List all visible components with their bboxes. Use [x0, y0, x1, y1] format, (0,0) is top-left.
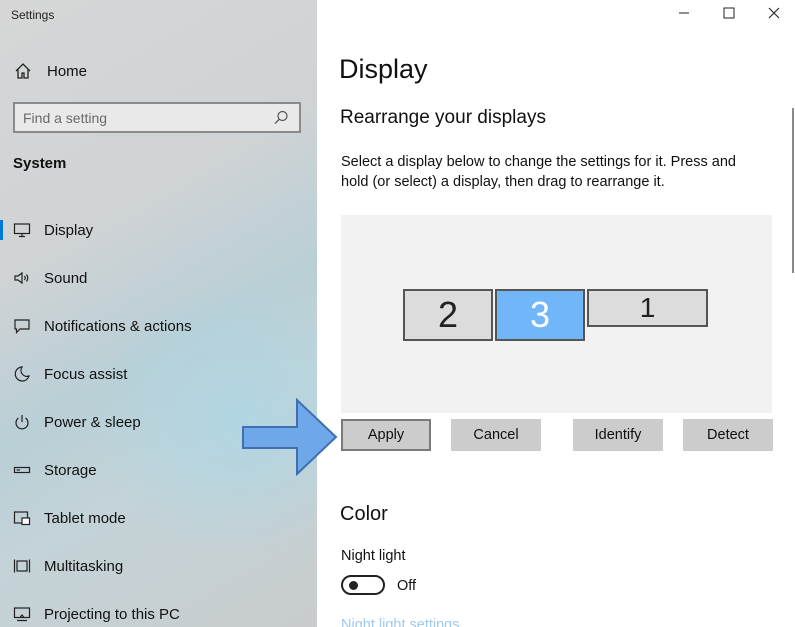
sidebar-item-label: Storage [44, 461, 97, 479]
display-tile-2[interactable]: 2 [403, 289, 493, 341]
home-label: Home [47, 62, 88, 80]
color-section-title: Color [340, 503, 388, 525]
power-icon [12, 412, 32, 432]
identify-button[interactable]: Identify [573, 419, 663, 451]
sidebar-item-label: Multitasking [44, 557, 124, 575]
sidebar-item-label: Tablet mode [44, 509, 126, 527]
night-light-state: Off [397, 578, 417, 594]
display-tile-3[interactable]: 3 [495, 289, 585, 341]
projecting-icon [12, 604, 32, 624]
close-button[interactable] [751, 0, 795, 30]
maximize-button[interactable] [706, 0, 752, 30]
monitor-icon [12, 220, 32, 240]
sidebar: Settings Home System Display Sound [0, 0, 317, 627]
sidebar-item-label: Display [44, 221, 94, 239]
page-title: Display [339, 54, 428, 84]
display-tile-1[interactable]: 1 [587, 289, 708, 327]
rearrange-description: Select a display below to change the set… [341, 154, 736, 190]
night-light-toggle[interactable] [341, 575, 385, 595]
cancel-button[interactable]: Cancel [451, 419, 541, 451]
maximize-icon [723, 6, 735, 24]
minimize-button[interactable] [661, 0, 707, 30]
sidebar-home[interactable]: Home [13, 60, 87, 82]
sidebar-item-multitasking[interactable]: Multitasking [0, 542, 317, 590]
sidebar-item-display[interactable]: Display [0, 206, 317, 254]
sidebar-item-focus-assist[interactable]: Focus assist [0, 350, 317, 398]
apply-button[interactable]: Apply [341, 419, 431, 451]
sidebar-item-notifications[interactable]: Notifications & actions [0, 302, 317, 350]
close-icon [768, 6, 780, 24]
annotation-arrow-icon [242, 398, 338, 476]
display-arrangement-area[interactable]: 2 3 1 [341, 215, 772, 413]
toggle-knob [349, 581, 358, 590]
night-light-label: Night light [341, 548, 406, 564]
storage-icon [12, 460, 32, 480]
sidebar-item-label: Projecting to this PC [44, 605, 180, 623]
detect-button[interactable]: Detect [683, 419, 773, 451]
sidebar-item-label: Focus assist [44, 365, 128, 383]
search-icon[interactable] [271, 108, 291, 128]
night-light-settings-link[interactable]: Night light settings [341, 617, 459, 627]
home-icon [13, 61, 33, 81]
sidebar-item-label: Notifications & actions [44, 317, 192, 335]
sidebar-item-label: Power & sleep [44, 413, 141, 431]
sidebar-item-projecting[interactable]: Projecting to this PC [0, 590, 317, 627]
section-label-system: System [13, 155, 67, 172]
notification-icon [12, 316, 32, 336]
app-title: Settings [11, 8, 55, 22]
scrollbar[interactable] [792, 108, 794, 273]
search-input[interactable] [23, 109, 271, 126]
multitasking-icon [12, 556, 32, 576]
search-box[interactable] [13, 102, 301, 133]
sidebar-item-tablet-mode[interactable]: Tablet mode [0, 494, 317, 542]
minimize-icon [678, 6, 690, 24]
rearrange-title: Rearrange your displays [340, 107, 546, 128]
moon-icon [12, 364, 32, 384]
speaker-icon [12, 268, 32, 288]
tablet-icon [12, 508, 32, 528]
sidebar-item-label: Sound [44, 269, 88, 287]
sidebar-item-sound[interactable]: Sound [0, 254, 317, 302]
